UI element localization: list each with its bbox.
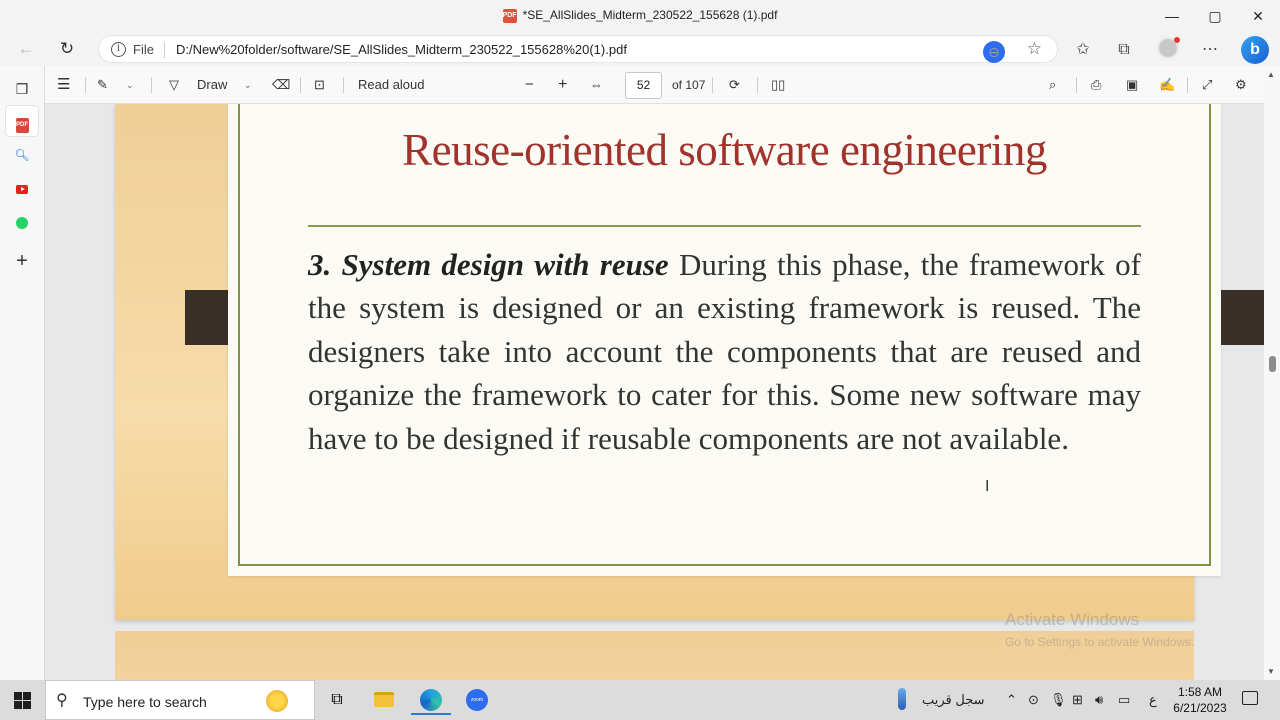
sidebar-pdf-icon[interactable]: PDF (6, 106, 38, 136)
scroll-up-icon[interactable]: ▲ (1267, 70, 1275, 79)
find-icon[interactable]: ⌕ (1049, 74, 1056, 96)
slide-card: Reuse-oriented software engineering 3. S… (228, 104, 1221, 576)
favorites-icon[interactable]: ✩ (1070, 38, 1096, 62)
bing-copilot-icon[interactable]: b (1241, 36, 1269, 64)
battery-icon[interactable]: ▭ (1118, 692, 1130, 708)
scheme-label: File (133, 42, 154, 57)
activate-windows-title: Activate Windows (1005, 610, 1140, 629)
save-as-icon[interactable]: ✍ (1159, 74, 1175, 96)
scrollbar-thumb[interactable] (1269, 356, 1276, 372)
weather-text[interactable]: سجل قريب (922, 692, 985, 708)
close-button[interactable]: ✕ (1236, 0, 1280, 32)
zoom-icon[interactable]: ⊖ (983, 41, 1005, 63)
fit-to-page-icon[interactable]: ⇔ (590, 74, 603, 96)
task-view-icon[interactable]: ⧉ (317, 685, 357, 715)
notification-center-icon[interactable] (1242, 691, 1258, 705)
zoom-app-icon[interactable]: zoom (457, 685, 497, 715)
window-title: PDF *SE_AllSlides_Midterm_230522_155628 (… (0, 8, 1280, 23)
pdf-toolbar: ☰ ✎ ⌄ ▽ Draw ⌄ ⌫ ⊡ Read aloud − + ⇔ 52 o… (45, 66, 1280, 104)
title-bar: PDF *SE_AllSlides_Midterm_230522_155628 (… (0, 0, 1280, 32)
file-explorer-icon[interactable] (364, 685, 404, 715)
minimize-button[interactable]: — (1150, 0, 1194, 32)
windows-taskbar: ⚲ Type here to search ⧉ zoom سجل قريب ⌃ … (0, 680, 1280, 720)
search-placeholder: Type here to search (83, 694, 207, 710)
slide-title: Reuse-oriented software engineering (402, 125, 1047, 175)
zoom-app-label: zoom (466, 688, 488, 711)
zoom-out-button[interactable]: − (525, 74, 534, 96)
address-bar: ← ↻ i File D:/New%20folder/software/SE_A… (0, 32, 1280, 66)
save-icon[interactable]: ▣ (1126, 74, 1138, 96)
toolbar-divider (300, 77, 301, 93)
edge-sidebar: ❐ PDF 🔍︎ + (0, 66, 45, 680)
weather-icon[interactable] (898, 688, 906, 710)
text-box-icon[interactable]: ⊡ (314, 74, 325, 96)
profile-notification-dot (1174, 37, 1180, 43)
text-cursor-icon: I (985, 478, 990, 495)
sidebar-add-icon[interactable]: + (6, 246, 38, 276)
sidebar-whatsapp-icon[interactable] (6, 207, 38, 237)
refresh-icon[interactable]: ↻ (53, 36, 81, 62)
highlight-chevron-down-icon[interactable]: ⌄ (126, 74, 134, 96)
input-language-indicator[interactable]: ع (1149, 692, 1157, 708)
draw-icon[interactable]: ▽ (169, 74, 179, 96)
taskbar-clock[interactable]: 1:58 AM 6/21/2023 (1166, 684, 1234, 716)
toolbar-divider (1076, 77, 1077, 93)
edge-browser-icon[interactable] (411, 685, 451, 715)
read-aloud-button[interactable]: Read aloud (358, 74, 425, 96)
taskbar-search-box[interactable]: ⚲ Type here to search (45, 680, 315, 720)
print-icon[interactable]: ⎙ (1091, 74, 1101, 96)
pdf-badge: PDF (15, 118, 29, 133)
page-view-icon[interactable]: ▯▯ (771, 74, 785, 96)
pdf-file-icon: PDF (502, 8, 517, 23)
network-icon[interactable]: ⊞ (1072, 692, 1083, 708)
slide-body[interactable]: 3. System design with reuse During this … (308, 243, 1141, 460)
draw-button[interactable]: Draw (197, 74, 227, 96)
rotate-icon[interactable]: ⟳ (729, 74, 740, 96)
highlight-icon[interactable]: ✎ (97, 74, 108, 96)
toolbar-divider (1187, 77, 1188, 93)
sidebar-search-icon[interactable]: 🔍︎ (6, 140, 38, 170)
title-divider (308, 225, 1141, 227)
activate-windows-subtitle: Go to Settings to activate Windows. (1005, 635, 1195, 649)
slide-content-layer: Reuse-oriented software engineering 3. S… (115, 104, 1221, 620)
eraser-icon[interactable]: ⌫ (272, 74, 290, 96)
sidebar-youtube-icon[interactable] (6, 173, 38, 203)
toolbar-divider (85, 77, 86, 93)
info-icon[interactable]: i (111, 42, 126, 57)
scroll-down-icon[interactable]: ▼ (1267, 667, 1275, 676)
total-pages-label: of 107 (672, 78, 706, 92)
toolbar-divider (343, 77, 344, 93)
search-icon: ⚲ (56, 692, 68, 709)
toolbar-divider (757, 77, 758, 93)
expand-icon[interactable]: ⤢ (1202, 74, 1212, 96)
window-title-text: *SE_AllSlides_Midterm_230522_155628 (1).… (522, 8, 778, 22)
windows-start-icon[interactable] (14, 692, 31, 709)
clock-time: 1:58 AM (1177, 685, 1223, 699)
tab-actions-icon[interactable]: ❐ (6, 74, 38, 104)
maximize-button[interactable]: ▢ (1193, 0, 1237, 32)
back-icon[interactable]: ← (12, 36, 40, 62)
draw-chevron-down-icon[interactable]: ⌄ (244, 74, 252, 96)
slide-body-heading: 3. System design with reuse (308, 247, 669, 282)
settings-gear-icon[interactable]: ⚙ (1235, 74, 1247, 96)
microphone-icon[interactable]: 🎙︎ (1050, 692, 1067, 708)
url-text[interactable]: D:/New%20folder/software/SE_AllSlides_Mi… (176, 42, 627, 57)
vertical-scrollbar[interactable]: ▲ ▼ (1264, 66, 1280, 680)
show-hidden-icons-chevron-icon[interactable]: ⌃ (1006, 692, 1017, 708)
page-number-input[interactable]: 52 (625, 72, 662, 99)
volume-icon[interactable]: 🔊︎ (1095, 692, 1103, 708)
meet-now-icon[interactable]: ⊙ (1028, 692, 1039, 708)
url-field[interactable]: i File D:/New%20folder/software/SE_AllSl… (98, 35, 1058, 63)
more-options-icon[interactable]: ⋯ (1197, 38, 1223, 62)
toolbar-divider (712, 77, 713, 93)
pdf-viewport[interactable]: Reuse-oriented software engineering 3. S… (45, 104, 1264, 680)
zoom-in-button[interactable]: + (558, 74, 567, 96)
favorite-star-icon[interactable]: ☆ (1027, 39, 1042, 59)
collections-icon[interactable]: ⧉ (1111, 38, 1137, 62)
clock-date: 6/21/2023 (1173, 701, 1227, 715)
search-highlight-icon (266, 690, 288, 712)
url-divider (164, 42, 165, 58)
contents-icon[interactable]: ☰ (57, 74, 70, 96)
toolbar-divider (151, 77, 152, 93)
